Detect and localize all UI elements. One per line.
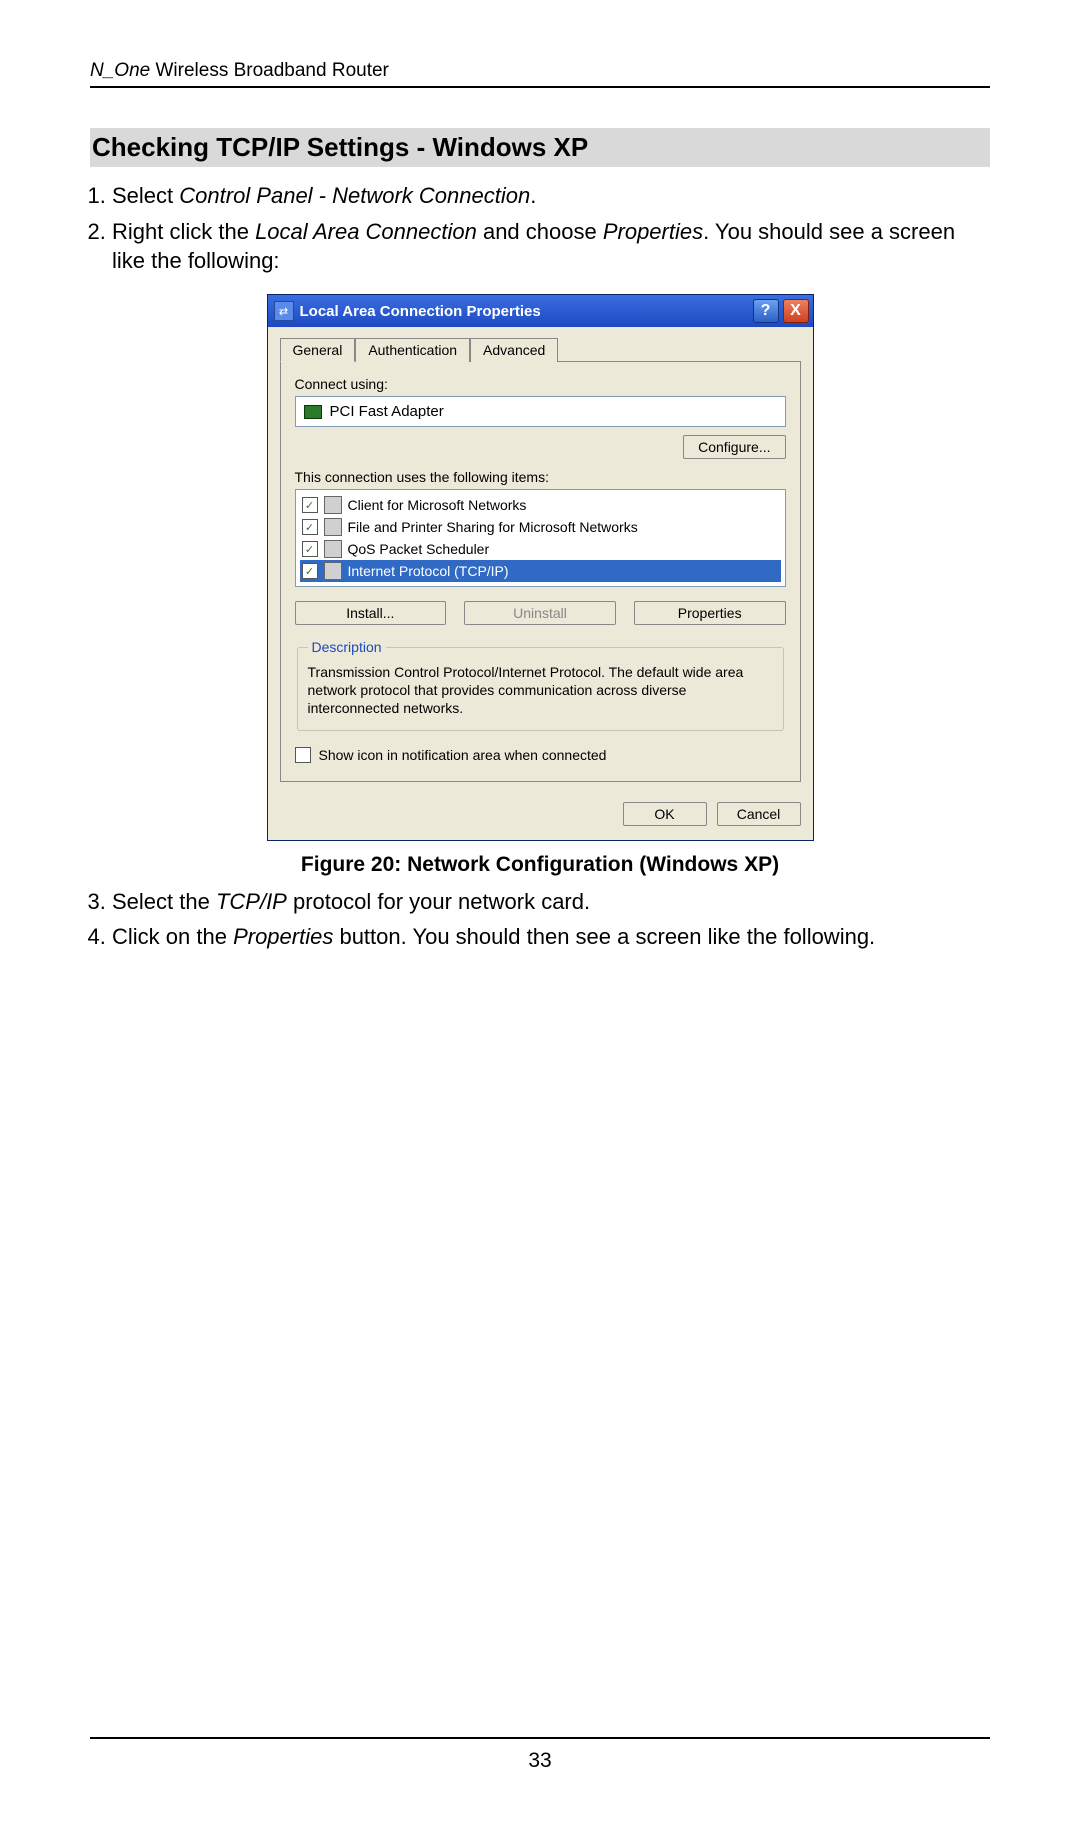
service-icon [324,518,342,536]
service-icon [324,496,342,514]
protocol-icon [324,562,342,580]
list-item-label: Client for Microsoft Networks [348,497,527,513]
xp-dialog: ⇄ Local Area Connection Properties ? X G… [267,294,814,841]
checkbox-icon[interactable]: ✓ [302,497,318,513]
figure-caption: Figure 20: Network Configuration (Window… [90,853,990,877]
checkbox-icon[interactable]: ✓ [302,563,318,579]
tab-advanced[interactable]: Advanced [470,338,558,362]
service-icon [324,540,342,558]
checkbox-icon[interactable]: ✓ [302,541,318,557]
page-number: 33 [0,1749,1080,1773]
step-2: Right click the Local Area Connection an… [112,217,990,276]
adapter-icon [304,405,322,419]
titlebar[interactable]: ⇄ Local Area Connection Properties ? X [268,295,813,327]
adapter-name: PCI Fast Adapter [330,403,444,420]
close-button[interactable]: X [783,299,809,323]
dialog-title: Local Area Connection Properties [300,303,749,320]
description-text: Transmission Control Protocol/Internet P… [308,663,773,718]
list-item[interactable]: ✓ Client for Microsoft Networks [300,494,781,516]
page-header: N_One Wireless Broadband Router [90,60,990,88]
tab-general[interactable]: General [280,338,356,362]
list-item-label: File and Printer Sharing for Microsoft N… [348,519,638,535]
help-button[interactable]: ? [753,299,779,323]
configure-button[interactable]: Configure... [683,435,785,459]
steps-list-top: Select Control Panel - Network Connectio… [112,181,990,276]
section-title: Checking TCP/IP Settings - Windows XP [90,128,990,167]
list-item-label: Internet Protocol (TCP/IP) [348,563,509,579]
properties-button[interactable]: Properties [634,601,786,625]
footer-rule [90,1737,990,1739]
show-icon-label: Show icon in notification area when conn… [319,747,607,763]
checkbox-icon[interactable]: ✓ [295,747,311,763]
step-1: Select Control Panel - Network Connectio… [112,181,990,211]
tab-authentication[interactable]: Authentication [355,338,470,362]
tab-panel: Connect using: PCI Fast Adapter Configur… [280,361,801,782]
list-item[interactable]: ✓ File and Printer Sharing for Microsoft… [300,516,781,538]
connect-using-label: Connect using: [295,376,786,392]
show-icon-row[interactable]: ✓ Show icon in notification area when co… [295,747,786,763]
list-item-selected[interactable]: ✓ Internet Protocol (TCP/IP) [300,560,781,582]
items-label: This connection uses the following items… [295,469,786,485]
step-4: Click on the Properties button. You shou… [112,922,990,952]
header-product-rest: Wireless Broadband Router [150,60,389,81]
adapter-box: PCI Fast Adapter [295,396,786,427]
uninstall-button[interactable]: Uninstall [464,601,616,625]
steps-list-bottom: Select the TCP/IP protocol for your netw… [112,887,990,952]
description-legend: Description [308,639,386,655]
ok-button[interactable]: OK [623,802,707,826]
connection-icon: ⇄ [274,301,294,321]
list-item-label: QoS Packet Scheduler [348,541,490,557]
cancel-button[interactable]: Cancel [717,802,801,826]
header-product-italic: N_One [90,60,150,81]
list-item[interactable]: ✓ QoS Packet Scheduler [300,538,781,560]
step-3: Select the TCP/IP protocol for your netw… [112,887,990,917]
dialog-footer: OK Cancel [268,792,813,840]
tab-strip: General Authentication Advanced [280,337,801,361]
checkbox-icon[interactable]: ✓ [302,519,318,535]
install-button[interactable]: Install... [295,601,447,625]
description-group: Description Transmission Control Protoco… [297,639,784,731]
items-listbox[interactable]: ✓ Client for Microsoft Networks ✓ File a… [295,489,786,587]
